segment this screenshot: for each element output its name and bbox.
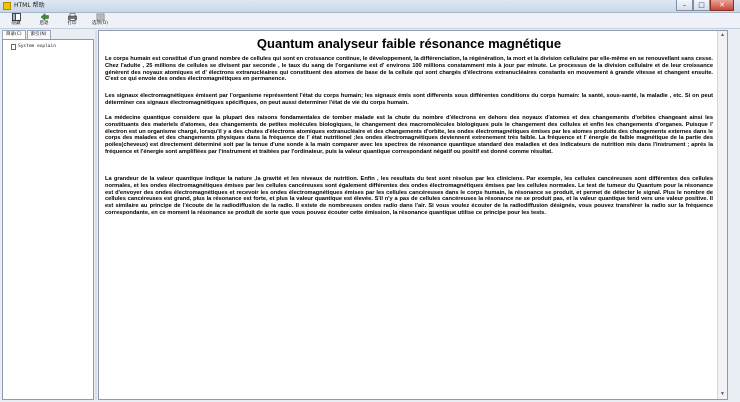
back-button[interactable]: 后退 xyxy=(32,13,56,28)
paragraph-3: La médecine quantique considere que la p… xyxy=(105,115,713,155)
maximize-button[interactable]: □ xyxy=(693,0,710,11)
tab-index[interactable]: 索引(N) xyxy=(26,30,51,39)
options-icon xyxy=(96,13,104,21)
vertical-scrollbar[interactable]: ▲ ▼ xyxy=(717,31,727,399)
paragraph-1: Le corps humain est constitué d'un grand… xyxy=(105,56,713,83)
hide-icon xyxy=(11,13,21,21)
page-title: Quantum analyseur faible résonance magné… xyxy=(256,36,562,51)
paragraph-4: La grandeur de la valeur quantique indiq… xyxy=(105,176,713,216)
window-title: HTML 帮助 xyxy=(14,2,45,9)
back-icon xyxy=(40,13,49,21)
minimize-button[interactable]: – xyxy=(676,0,693,11)
options-button[interactable]: 选项(O) xyxy=(88,13,112,28)
title-bar: HTML 帮助 – □ ✕ xyxy=(0,0,740,13)
nav-tabs: 目录(C) 索引(N) xyxy=(2,30,94,39)
pane-splitter[interactable] xyxy=(95,30,97,400)
paragraph-2: Les signaux électromagnétiques émisent p… xyxy=(105,93,713,106)
tree-item-system-explain[interactable]: System explain xyxy=(11,44,56,50)
tab-contents[interactable]: 目录(C) xyxy=(2,30,26,39)
content-pane: Quantum analyseur faible résonance magné… xyxy=(98,30,728,400)
tree-item-label: System explain xyxy=(18,44,56,49)
page-icon xyxy=(11,44,16,50)
scroll-up-arrow-icon[interactable]: ▲ xyxy=(719,32,726,39)
print-icon xyxy=(67,13,77,21)
window-controls: – □ ✕ xyxy=(676,0,734,11)
help-app-icon xyxy=(3,2,11,10)
toolbar: 隐藏 后退 打印 选项(O) xyxy=(0,13,740,29)
print-button[interactable]: 打印 xyxy=(60,13,84,28)
hide-button[interactable]: 隐藏 xyxy=(4,13,28,28)
contents-tree: System explain xyxy=(2,39,94,400)
close-button[interactable]: ✕ xyxy=(710,0,734,11)
scroll-down-arrow-icon[interactable]: ▼ xyxy=(719,391,726,398)
